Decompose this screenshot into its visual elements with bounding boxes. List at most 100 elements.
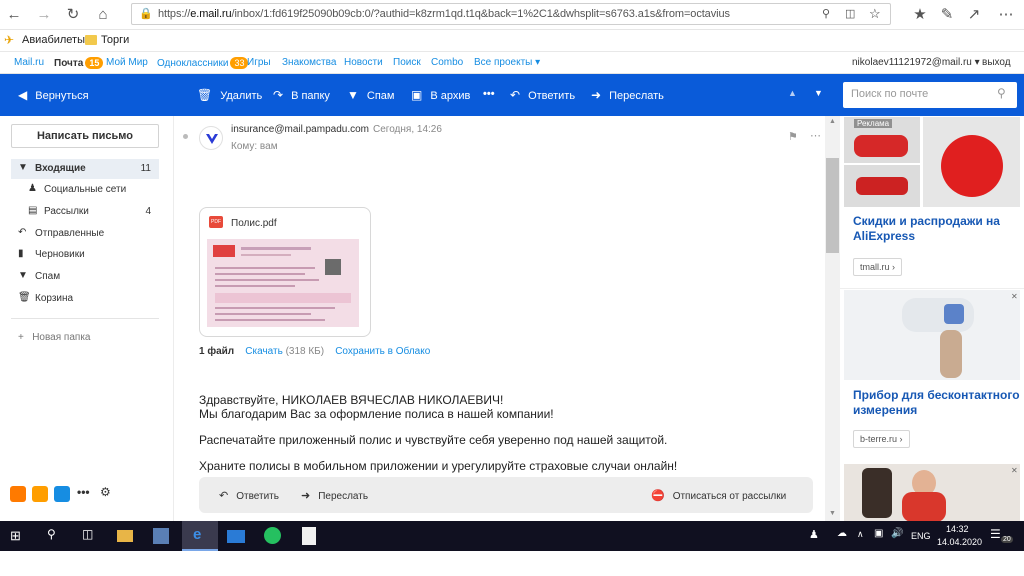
language-indicator[interactable]: ENG <box>911 531 931 541</box>
clock-date[interactable]: 14.04.2020 <box>937 537 982 547</box>
contacts-app-icon[interactable] <box>32 486 48 502</box>
more-actions-button[interactable]: ••• <box>483 88 495 100</box>
task-view-icon[interactable]: ◫ <box>82 527 93 541</box>
favorite-star-icon[interactable]: ☆ <box>869 6 881 22</box>
archive-button[interactable]: ▣ В архив <box>411 88 470 102</box>
store-icon[interactable] <box>153 528 169 544</box>
topline-ok[interactable]: Одноклассники 33 <box>157 57 249 69</box>
logout-link[interactable]: выход <box>982 57 1011 68</box>
attachment-card[interactable]: PDF Полис.pdf <box>199 207 371 337</box>
folder-sent[interactable]: ↶ Отправленные <box>11 224 159 244</box>
new-folder-button[interactable]: + Новая папка <box>18 332 90 343</box>
volume-icon[interactable]: 🔊 <box>891 528 903 539</box>
greeting-line: Здравствуйте, НИКОЛАЕВ ВЯЧЕСЛАВ НИКОЛАЕВ… <box>199 393 504 407</box>
windows-start-icon[interactable]: ⊞ <box>10 528 21 544</box>
key-icon[interactable]: ⚲ <box>822 7 830 20</box>
notifications-icon[interactable]: ☰ <box>990 527 1001 541</box>
message-scrollbar[interactable]: ▲ ▼ <box>825 116 840 521</box>
spam-button[interactable]: ▼ Спам <box>347 88 394 102</box>
back-arrow-icon[interactable]: ← <box>4 5 24 25</box>
pdf-viewer-icon[interactable] <box>302 527 316 545</box>
favorites-list-icon[interactable]: ★ <box>910 5 930 25</box>
search-icon[interactable]: ⚲ <box>47 527 56 541</box>
scroll-down-icon[interactable]: ▼ <box>829 510 836 517</box>
mail-search[interactable]: ⚲ <box>843 82 1017 108</box>
file-explorer-icon[interactable] <box>117 530 133 542</box>
topline-games[interactable]: Игры <box>247 57 271 68</box>
topline-all-projects[interactable]: Все проекты ▾ <box>474 57 540 68</box>
topline-mail[interactable]: Почта 15 <box>54 57 104 69</box>
home-icon[interactable]: ⌂ <box>93 5 113 25</box>
scroll-up-icon[interactable]: ▲ <box>829 118 836 125</box>
save-to-cloud-link[interactable]: Сохранить в Облако <box>335 346 430 357</box>
edge-icon: e <box>193 526 202 543</box>
tray-icon[interactable]: ☁ <box>837 528 847 539</box>
network-icon[interactable]: ▣ <box>874 528 883 539</box>
ad-close-icon[interactable]: ✕ <box>1011 292 1018 301</box>
ad-domain-bterre[interactable]: b-terre.ru › <box>853 430 910 448</box>
url-text: https://e.mail.ru/inbox/1:fd619f25090b09… <box>158 8 730 20</box>
sender-email[interactable]: insurance@mail.pampadu.com <box>231 124 369 135</box>
topline-combo[interactable]: Combo <box>431 57 463 68</box>
cloud-app-icon[interactable] <box>10 486 26 502</box>
ad-close-icon[interactable]: ✕ <box>1011 466 1018 475</box>
next-message-icon[interactable]: ▼ <box>814 88 823 98</box>
ad-domain-tmall[interactable]: tmall.ru › <box>853 258 903 276</box>
search-input[interactable] <box>851 88 991 100</box>
more-apps-icon[interactable]: ••• <box>77 485 90 499</box>
ad-image-1c[interactable] <box>923 117 1020 207</box>
forward-arrow-icon[interactable]: → <box>34 5 54 25</box>
calendar-app-icon[interactable] <box>54 486 70 502</box>
bookmark-torgi[interactable]: Торги <box>101 34 129 46</box>
scrollbar-thumb[interactable] <box>826 158 839 253</box>
folder-newsletters[interactable]: ▤ Рассылки 4 <box>11 202 159 222</box>
ad-image-thermometer[interactable] <box>844 290 1020 380</box>
pen-icon[interactable]: ✎ <box>937 5 957 25</box>
ad-title-thermometer[interactable]: Прибор для бесконтактного измерения <box>853 388 1023 418</box>
bottom-forward-button[interactable]: ➜ Переслать <box>301 489 368 502</box>
bookmark-flag-icon[interactable]: ⚑ <box>788 130 798 143</box>
topline-search[interactable]: Поиск <box>393 57 421 68</box>
tray-up-icon[interactable]: ∧ <box>857 529 864 540</box>
refresh-icon[interactable]: ↻ <box>63 5 83 25</box>
forward-button[interactable]: ➜ Переслать <box>591 88 664 102</box>
sender-logo-icon <box>206 134 218 144</box>
topline-dating[interactable]: Знакомства <box>282 57 336 68</box>
edge-taskbar-item[interactable]: e <box>182 521 218 551</box>
whatsapp-icon[interactable] <box>264 527 281 544</box>
plane-icon: ✈ <box>4 33 15 47</box>
compose-button[interactable]: Написать письмо <box>11 124 159 148</box>
bookmark-avia[interactable]: Авиабилеты <box>22 34 85 46</box>
topline-news[interactable]: Новости <box>344 57 383 68</box>
share-icon[interactable]: ↗ <box>964 5 984 25</box>
search-icon[interactable]: ⚲ <box>997 86 1006 100</box>
address-bar[interactable]: 🔒 https://e.mail.ru/inbox/1:fd619f25090b… <box>131 3 891 25</box>
more-icon[interactable]: ⋯ <box>996 5 1016 25</box>
download-link[interactable]: Скачать <box>245 346 283 357</box>
prev-message-icon[interactable]: ▲ <box>788 88 797 98</box>
back-button[interactable]: ◀ Вернуться <box>18 88 89 102</box>
folder-spam[interactable]: ▼ Спам <box>11 267 159 287</box>
reading-view-icon[interactable]: ◫ <box>845 7 855 20</box>
clock-time[interactable]: 14:32 <box>946 524 969 534</box>
topline-moymir[interactable]: Мой Мир <box>106 57 148 68</box>
folder-social[interactable]: ♟ Социальные сети <box>11 180 159 200</box>
delete-button[interactable]: 🗑 Удалить <box>197 88 262 102</box>
topline-mailru[interactable]: Mail.ru <box>14 57 44 68</box>
move-to-folder-button[interactable]: ↷ В папку <box>273 88 330 102</box>
folder-inbox[interactable]: ▼ Входящие 11 <box>11 159 159 179</box>
message-more-icon[interactable]: ⋯ <box>810 129 821 142</box>
reply-button[interactable]: ↶ Ответить <box>510 88 575 102</box>
user-email[interactable]: nikolaev11121972@mail.ru ▾ <box>852 57 980 68</box>
folder-trash[interactable]: 🗑 Корзина <box>11 289 159 309</box>
mail-app-icon[interactable] <box>227 530 245 543</box>
settings-gear-icon[interactable]: ⚙ <box>100 485 111 499</box>
unsubscribe-button[interactable]: ⛔ Отписаться от рассылки <box>651 489 786 502</box>
people-icon[interactable]: ♟ <box>809 528 819 541</box>
ad-image-1b[interactable] <box>844 165 920 207</box>
folder-drafts[interactable]: ▮ Черновики <box>11 245 159 265</box>
ad-image-person[interactable] <box>844 464 1020 521</box>
bottom-reply-button[interactable]: ↶ Ответить <box>219 489 279 502</box>
ad-title-aliexpress[interactable]: Скидки и распродажи на AliExpress <box>853 214 1013 244</box>
read-status-dot[interactable] <box>183 134 188 139</box>
